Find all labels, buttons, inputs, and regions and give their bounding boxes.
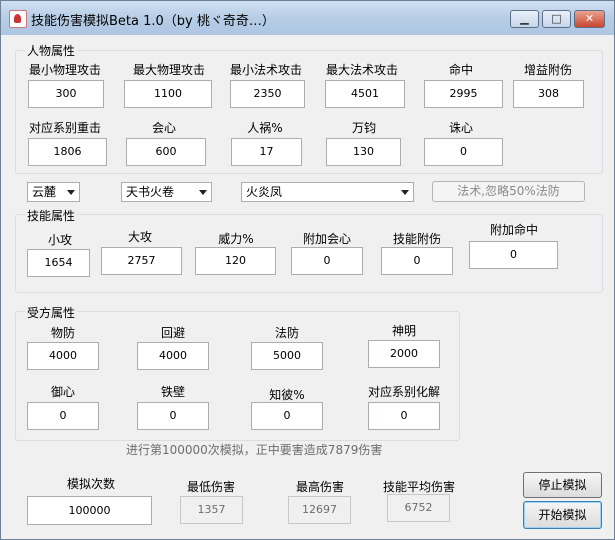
maximize-icon: □ — [551, 12, 562, 25]
zhibi-pct-label: 知彼% — [269, 388, 305, 402]
start-simulation-button[interactable]: 开始模拟 — [523, 501, 602, 529]
hit-input[interactable]: 2995 — [424, 80, 503, 108]
extra-insight-label: 附加会心 — [302, 232, 351, 246]
dodge-input[interactable]: 4000 — [137, 342, 209, 370]
small-attack-input[interactable]: 1654 — [27, 249, 90, 277]
stop-simulation-button[interactable]: 停止模拟 — [523, 472, 602, 498]
skill-attrs-section-label: 技能属性 — [25, 207, 78, 224]
insight-input[interactable]: 600 — [126, 138, 206, 166]
buff-bonus-damage-input[interactable]: 308 — [513, 80, 584, 108]
max-damage-output: 12697 — [288, 496, 351, 524]
divine-label: 神明 — [391, 324, 416, 338]
power-pct-input[interactable]: 120 — [195, 247, 276, 275]
wanjun-label: 万钧 — [351, 121, 376, 135]
skill-select-value: 火炎凤 — [246, 185, 283, 199]
max-damage-label: 最高伤害 — [295, 480, 344, 494]
school-select-value: 云麓 — [32, 185, 57, 199]
sim-count-label: 模拟次数 — [66, 477, 115, 491]
resist-insight-label: 御心 — [50, 385, 75, 399]
dodge-label: 回避 — [160, 326, 185, 340]
title-bar[interactable]: 技能伤害模拟Beta 1.0（by 桃ヾ奇奇…） ▁ □ ✕ — [1, 1, 614, 35]
chevron-down-icon — [199, 190, 207, 195]
chevron-down-icon — [401, 190, 409, 195]
max-magic-attack-label: 最大法术攻击 — [325, 63, 398, 77]
skill-select[interactable]: 火炎凤 — [241, 182, 414, 202]
window-title: 技能伤害模拟Beta 1.0（by 桃ヾ奇奇…） — [31, 14, 275, 29]
skill-bonus-damage-input[interactable]: 0 — [381, 247, 453, 275]
big-attack-input[interactable]: 2757 — [101, 247, 182, 275]
app-window: 技能伤害模拟Beta 1.0（by 桃ヾ奇奇…） ▁ □ ✕ 人物属性 最小物理… — [0, 0, 615, 540]
sim-count-input[interactable]: 100000 — [27, 496, 152, 525]
min-phys-attack-label: 最小物理攻击 — [28, 63, 101, 77]
iron-wall-input[interactable]: 0 — [137, 402, 209, 430]
series-crit-input[interactable]: 1806 — [28, 138, 107, 166]
small-attack-label: 小攻 — [47, 233, 72, 247]
calamity-pct-input[interactable]: 17 — [231, 138, 302, 166]
divine-input[interactable]: 2000 — [368, 340, 440, 368]
wanjun-input[interactable]: 130 — [326, 138, 401, 166]
close-icon: ✕ — [584, 12, 595, 25]
minimize-icon: ▁ — [520, 12, 529, 25]
character-section-label: 人物属性 — [25, 42, 78, 59]
skill-book-select[interactable]: 天书火卷 — [121, 182, 212, 202]
min-damage-label: 最低伤害 — [186, 480, 235, 494]
status-text: 进行第100000次模拟，正中要害造成7879伤害 — [126, 443, 383, 457]
magic-defense-input[interactable]: 5000 — [251, 342, 323, 370]
avg-damage-output: 6752 — [387, 494, 450, 522]
series-resist-input[interactable]: 0 — [368, 402, 440, 430]
maximize-button[interactable]: □ — [542, 10, 571, 28]
resist-insight-input[interactable]: 0 — [27, 402, 99, 430]
extra-insight-input[interactable]: 0 — [291, 247, 363, 275]
zhuxin-input[interactable]: 0 — [424, 138, 503, 166]
power-pct-label: 威力% — [218, 232, 254, 246]
skill-bonus-damage-label: 技能附伤 — [392, 232, 441, 246]
minimize-button[interactable]: ▁ — [510, 10, 539, 28]
iron-wall-label: 铁壁 — [160, 385, 185, 399]
chevron-down-icon — [67, 190, 75, 195]
avg-damage-label: 技能平均伤害 — [382, 480, 455, 494]
close-button[interactable]: ✕ — [574, 10, 605, 28]
extra-hit-label: 附加命中 — [489, 223, 538, 237]
min-damage-output: 1357 — [180, 496, 243, 524]
zhibi-pct-input[interactable]: 0 — [251, 402, 323, 430]
phys-defense-label: 物防 — [50, 326, 75, 340]
max-magic-attack-input[interactable]: 4501 — [325, 80, 405, 108]
target-section-label: 受方属性 — [25, 304, 78, 321]
extra-hit-input[interactable]: 0 — [469, 241, 558, 269]
skill-book-select-value: 天书火卷 — [126, 185, 175, 199]
insight-label: 会心 — [151, 121, 176, 135]
phys-defense-input[interactable]: 4000 — [27, 342, 99, 370]
magic-defense-label: 法防 — [274, 326, 299, 340]
calamity-pct-label: 人祸% — [247, 121, 283, 135]
buff-bonus-damage-label: 增益附伤 — [523, 63, 572, 77]
school-select[interactable]: 云麓 — [27, 182, 80, 202]
app-icon — [9, 10, 27, 28]
mode-button[interactable]: 法术,忽略50%法防 — [432, 181, 585, 202]
zhuxin-label: 诛心 — [448, 121, 473, 135]
big-attack-label: 大攻 — [127, 230, 152, 244]
series-crit-label: 对应系别重击 — [28, 121, 101, 135]
series-resist-label: 对应系别化解 — [367, 385, 440, 399]
min-magic-attack-input[interactable]: 2350 — [230, 80, 305, 108]
hit-label: 命中 — [448, 63, 473, 77]
max-phys-attack-label: 最大物理攻击 — [132, 63, 205, 77]
min-magic-attack-label: 最小法术攻击 — [229, 63, 302, 77]
min-phys-attack-input[interactable]: 300 — [28, 80, 104, 108]
max-phys-attack-input[interactable]: 1100 — [124, 80, 212, 108]
